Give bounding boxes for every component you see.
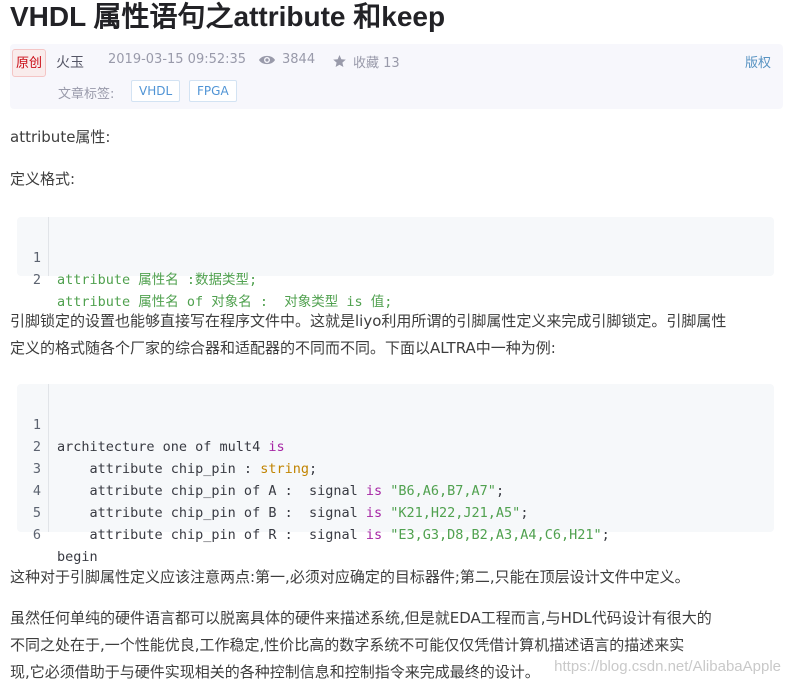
favorite-button[interactable]: 收藏 13 [332, 52, 400, 71]
code-plain: begin [57, 549, 98, 565]
code-text: attribute chip_pin of A : signal is "B6,… [57, 480, 505, 502]
paragraph-conclusion-line-1: 虽然任何单纯的硬件语言都可以脱离具体的硬件来描述系统,但是就EDA工程而言,与H… [10, 609, 712, 627]
code-line: 2 attribute 属性名 of 对象名 : 对象类型 is 值; [17, 247, 393, 310]
code-keyword: is [268, 439, 285, 455]
code-line: 5 attribute chip_pin of R : signal is "E… [17, 480, 610, 543]
code-text: architecture one of mult4 is [57, 436, 285, 458]
eye-icon [259, 55, 275, 64]
original-badge: 原创 [12, 49, 46, 77]
copyright-link[interactable]: 版权 [745, 52, 771, 71]
code-keyword: is [365, 483, 383, 499]
code-text: attribute 属性名 :数据类型; [57, 272, 258, 288]
code-plain: ; [520, 505, 529, 521]
code-text: attribute chip_pin of R : signal is "E3,… [57, 524, 610, 546]
code-plain: attribute chip_pin of R : signal [57, 527, 366, 543]
code-line: 1 architecture one of mult4 is [17, 392, 285, 455]
code-plain: ; [308, 461, 318, 477]
code-line: 3 attribute chip_pin of A : signal is "B… [17, 436, 504, 499]
code-plain: architecture one of mult4 [57, 439, 269, 455]
code-plain: ; [601, 527, 610, 543]
article-meta-bar: 原创 火玉 2019-03-15 09:52:35 3844 收藏 13 版权 … [10, 44, 783, 109]
code-keyword: is [365, 527, 383, 543]
paragraph-attribute-intro: attribute属性: [10, 128, 111, 146]
tag-vhdl[interactable]: VHDL [131, 80, 181, 102]
tag-fpga[interactable]: FPGA [189, 80, 237, 102]
tags-label: 文章标签: [58, 87, 115, 102]
code-text: attribute chip_pin of B : signal is "K21… [57, 502, 529, 524]
author-link[interactable]: 火玉 [56, 52, 84, 72]
article-title: VHDL 属性语句之attribute 和keep [10, 1, 446, 32]
code-plain: attribute chip_pin of B : signal [57, 505, 366, 521]
view-count-value: 3844 [282, 52, 316, 67]
star-icon [333, 55, 346, 67]
paragraph-notes: 这种对于引脚属性定义应该注意两点:第一,必须对应确定的目标器件;第二,只能在顶层… [10, 568, 690, 586]
view-count: 3844 [258, 52, 315, 67]
code-string: "E3,G3,D8,B2,A3,A4,C6,H21" [390, 527, 602, 543]
code-line: 4 attribute chip_pin of B : signal is "K… [17, 458, 529, 521]
publish-time: 2019-03-15 09:52:35 [108, 52, 247, 67]
paragraph-pin-lock-line-1: 引脚锁定的设置也能够直接写在程序文件中。这就是liyo利用所谓的引脚属性定义来完… [10, 312, 727, 330]
code-keyword: is [365, 505, 383, 521]
paragraph-conclusion-line-2: 不同之处在于,一个性能优良,工作稳定,性价比高的数字系统不可能仅仅凭借计算机描述… [10, 636, 685, 654]
code-block-definition: 1 attribute 属性名 :数据类型; 2 attribute 属性名 o… [17, 217, 774, 310]
paragraph-conclusion-line-3: 现,它必须借助于与硬件实现相关的各种控制信息和控制指令来完成最终的设计。 [10, 663, 540, 681]
watermark: https://blog.csdn.net/AlibabaApple [554, 658, 781, 675]
code-text: attribute chip_pin : string; [57, 458, 318, 480]
paragraph-definition-format: 定义格式: [10, 170, 76, 188]
code-block-example: 1 architecture one of mult4 is 2 attribu… [17, 384, 774, 565]
code-string: "B6,A6,B7,A7" [390, 483, 496, 499]
code-plain: ; [495, 483, 505, 499]
code-line: 6 begin [17, 502, 98, 565]
line-number: 6 [32, 527, 41, 543]
code-string: "K21,H22,J21,A5" [390, 505, 521, 521]
code-line: 1 attribute 属性名 :数据类型; [17, 225, 257, 288]
code-plain: attribute chip_pin : [57, 461, 261, 477]
code-line: 2 attribute chip_pin : string; [17, 414, 317, 477]
favorite-label: 收藏 13 [353, 56, 400, 71]
code-plain: attribute chip_pin of A : signal [57, 483, 366, 499]
line-number: 2 [32, 272, 41, 288]
paragraph-pin-lock-line-2: 定义的格式随各个厂家的综合器和适配器的不同而不同。下面以ALTRA中一种为例: [10, 339, 556, 357]
code-type: string [260, 461, 309, 477]
